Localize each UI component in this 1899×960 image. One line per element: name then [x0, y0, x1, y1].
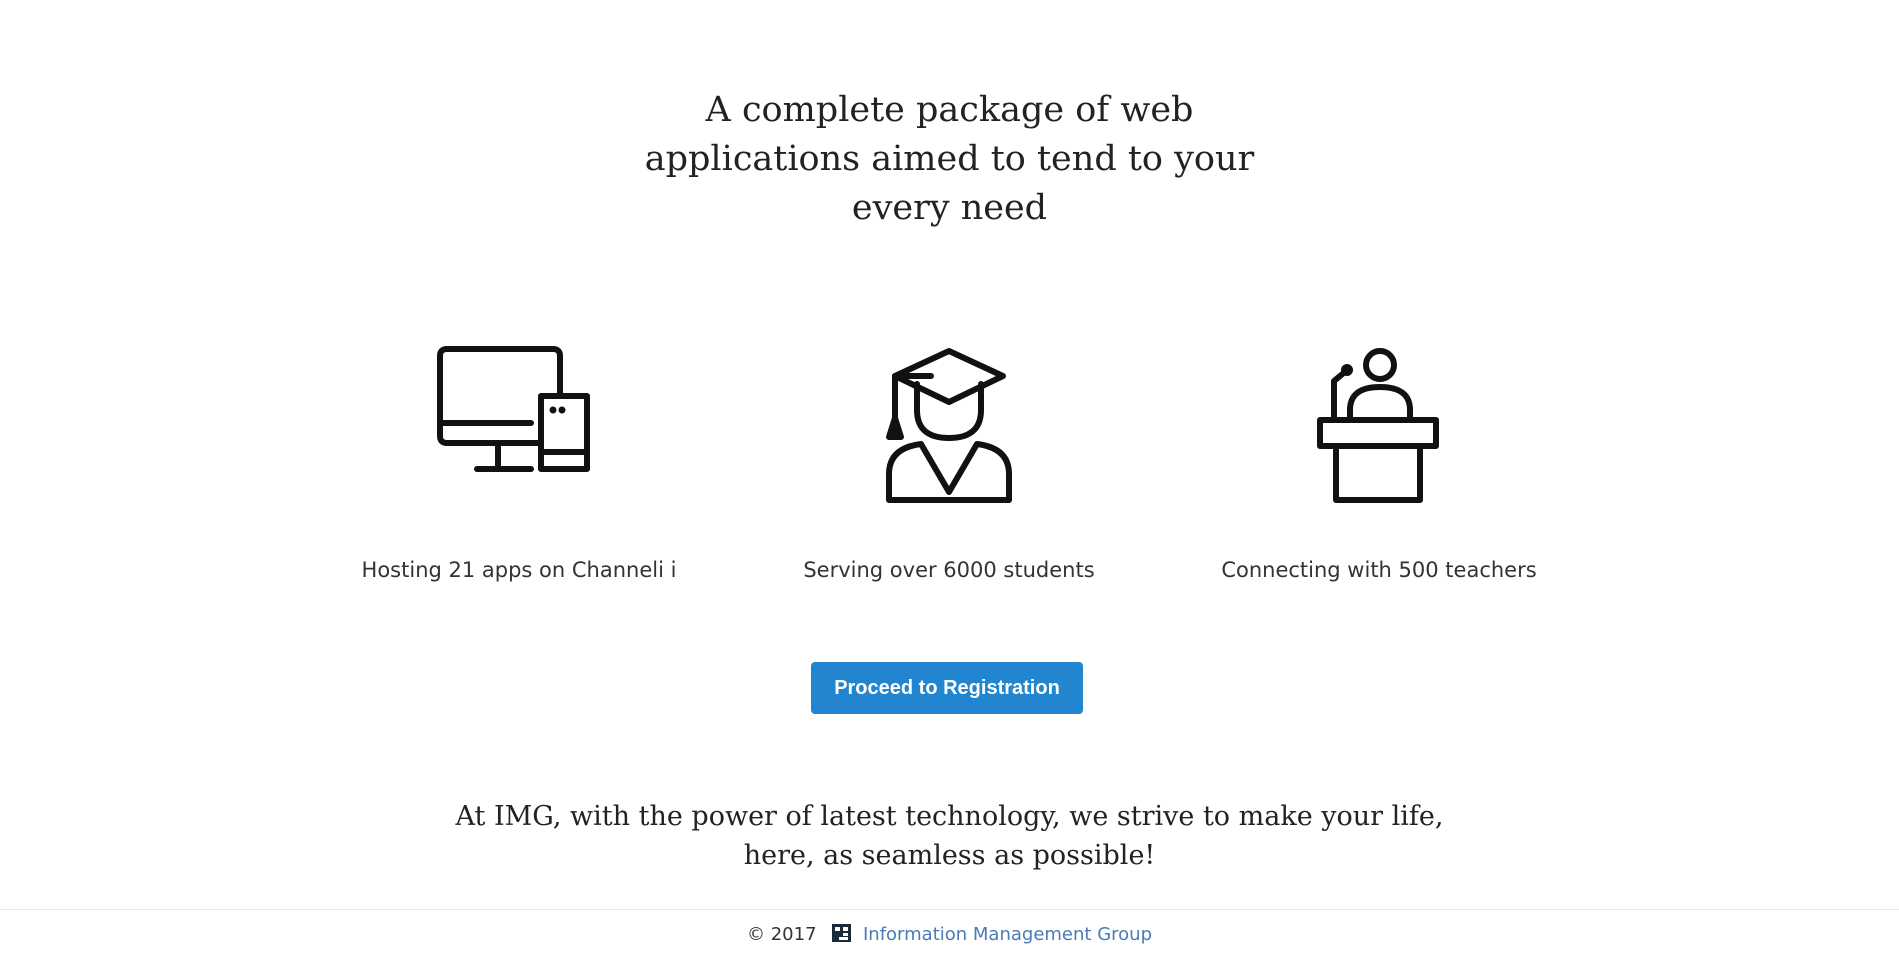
footer-copyright: © 2017: [746, 924, 817, 945]
feature-teachers: Connecting with 500 teachers: [1169, 340, 1589, 582]
img-logo-icon: [832, 924, 852, 942]
feature-students: Serving over 6000 students: [739, 340, 1159, 582]
devices-icon: [437, 346, 590, 472]
tagline-line-2: here, as seamless as possible!: [743, 840, 1156, 871]
feature-apps: Hosting 21 apps on Channeli i: [309, 340, 729, 582]
features-section: Hosting 21 apps on Channeli i Serving ov…: [0, 340, 1899, 600]
page-headline: A complete package of web applications a…: [0, 86, 1899, 233]
landing-page: A complete package of web applications a…: [0, 0, 1899, 960]
tagline: At IMG, with the power of latest technol…: [0, 797, 1899, 875]
graduate-icon: [886, 348, 1012, 503]
headline-line-3: every need: [851, 188, 1048, 228]
footer-img-link[interactable]: Information Management Group: [863, 924, 1152, 945]
headline-line-1: A complete package of web: [705, 90, 1194, 130]
tagline-line-1: At IMG, with the power of latest technol…: [455, 801, 1444, 832]
footer: © 2017 Information Management Group: [0, 909, 1899, 960]
headline-line-2: applications aimed to tend to your: [644, 139, 1255, 179]
feature-apps-label: Hosting 21 apps on Channeli i: [361, 558, 677, 582]
proceed-to-registration-button[interactable]: Proceed to Registration: [811, 662, 1083, 714]
feature-students-label: Serving over 6000 students: [803, 558, 1095, 582]
feature-teachers-label: Connecting with 500 teachers: [1221, 558, 1537, 582]
teacher-podium-icon: [1317, 348, 1439, 503]
